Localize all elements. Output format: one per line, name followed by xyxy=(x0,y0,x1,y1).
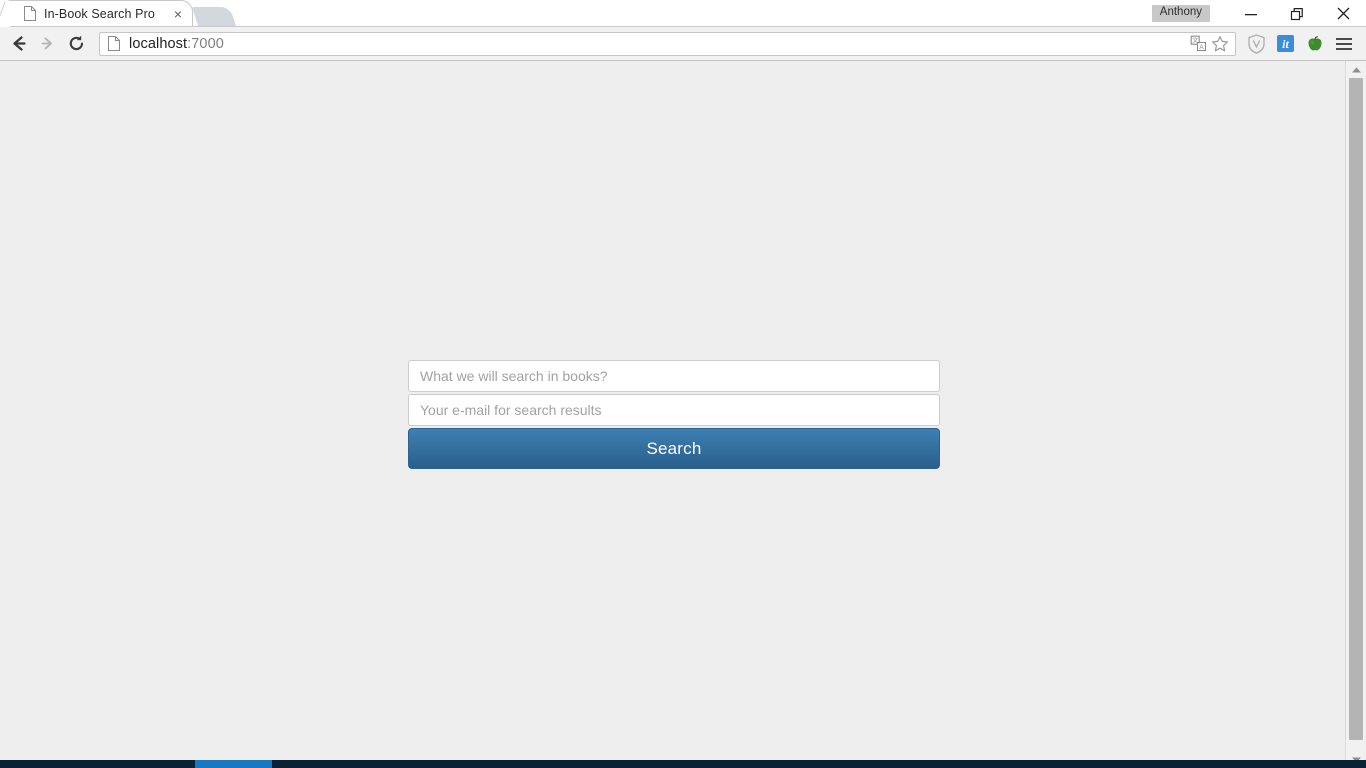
new-tab-button[interactable] xyxy=(191,7,237,26)
email-input[interactable] xyxy=(408,394,940,426)
tab-strip: In-Book Search Pro × Anthony xyxy=(0,0,1366,27)
search-query-input[interactable] xyxy=(408,360,940,392)
url-port: :7000 xyxy=(187,35,224,52)
it-extension-icon[interactable]: it xyxy=(1271,29,1300,58)
taskbar-active-window[interactable] xyxy=(195,760,272,768)
page-viewport: Search xyxy=(0,61,1366,768)
shield-extension-icon[interactable] xyxy=(1242,29,1271,58)
address-bar[interactable]: localhost:7000 文 A xyxy=(99,31,1236,56)
url-text: localhost:7000 xyxy=(129,36,1187,52)
page-scrollbar[interactable] xyxy=(1345,61,1366,768)
page-icon xyxy=(107,36,121,51)
url-host: localhost xyxy=(129,35,188,52)
hamburger-menu-icon[interactable] xyxy=(1329,29,1358,58)
tab-title: In-Book Search Pro xyxy=(44,6,155,21)
browser-tab[interactable]: In-Book Search Pro × xyxy=(8,0,193,26)
back-icon[interactable] xyxy=(4,29,33,58)
restore-icon[interactable] xyxy=(1274,0,1320,27)
browser-window: In-Book Search Pro × Anthony localhost:7… xyxy=(0,0,1366,768)
os-taskbar[interactable] xyxy=(0,760,1366,768)
scrollbar-thumb[interactable] xyxy=(1349,78,1363,740)
window-caption-controls: Anthony xyxy=(1151,0,1366,27)
book-search-form: Search xyxy=(408,360,940,469)
profile-badge[interactable]: Anthony xyxy=(1151,5,1210,22)
scrollbar-track[interactable] xyxy=(1346,78,1366,751)
bookmark-star-icon[interactable] xyxy=(1209,33,1231,55)
it-extension-label: it xyxy=(1277,35,1294,52)
apple-extension-icon[interactable] xyxy=(1300,29,1329,58)
translate-icon[interactable]: 文 A xyxy=(1187,33,1209,55)
minimize-icon[interactable] xyxy=(1228,0,1274,27)
search-button[interactable]: Search xyxy=(408,428,940,469)
reload-icon[interactable] xyxy=(62,29,91,58)
close-icon[interactable]: × xyxy=(170,6,186,22)
page-icon xyxy=(23,6,37,21)
forward-icon[interactable] xyxy=(33,29,62,58)
web-page-content: Search xyxy=(0,61,1345,768)
scroll-up-icon[interactable] xyxy=(1346,61,1366,78)
browser-toolbar: localhost:7000 文 A it xyxy=(0,27,1366,61)
svg-text:A: A xyxy=(1199,44,1204,51)
close-window-icon[interactable] xyxy=(1320,0,1366,27)
